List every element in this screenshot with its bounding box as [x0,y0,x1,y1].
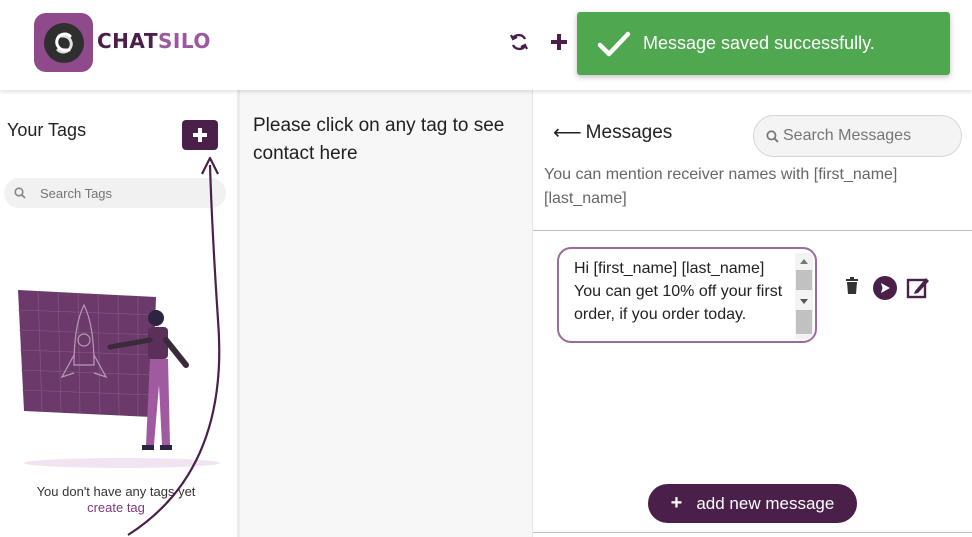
contacts-panel: Please click on any tag to see contact h… [240,90,532,537]
empty-tags-illustration [17,290,220,468]
search-tags-input[interactable] [40,185,210,201]
add-new-message-button[interactable]: + add new message [648,484,857,523]
empty-tags-message: You don't have any tags yet [36,484,196,499]
chatsilo-logo[interactable] [34,13,93,72]
search-messages-input[interactable] [783,127,953,145]
add-tag-button[interactable] [182,120,218,150]
plus-icon: + [670,492,683,514]
delete-message-icon[interactable] [844,276,860,296]
mention-hint: You can mention receiver names with [fir… [544,166,898,207]
brand-name-part1: CHAT [97,29,158,53]
check-icon [597,31,631,56]
search-icon [766,129,779,143]
search-messages-field[interactable] [753,115,962,157]
divider [533,230,972,231]
toast-message: Message saved successfully. [643,33,875,53]
plus-icon[interactable] [547,30,571,54]
messages-title: Messages [585,121,673,143]
create-tag-link[interactable]: create tag [0,500,232,515]
search-tags-field[interactable] [4,178,226,208]
success-toast[interactable]: Message saved successfully. [577,12,950,75]
message-text[interactable]: Hi [first_name] [last_name] You can get … [574,257,789,326]
divider [533,532,972,533]
logo-mark-icon [43,22,84,63]
search-icon [14,187,26,199]
message-textarea[interactable]: Hi [first_name] [last_name] You can get … [557,247,817,343]
edit-message-icon[interactable] [905,274,931,300]
tags-title: Your Tags [7,120,87,140]
brand-name-part2: SILO [157,29,211,53]
send-message-icon[interactable] [872,275,898,301]
message-scrollbar[interactable] [795,253,813,339]
add-new-message-label: add new message [696,493,835,513]
brand-name: CHATSILO [97,29,211,53]
tags-panel: Your Tags You [0,90,240,537]
messages-panel: ⟵ Messages You can mention receiver name… [532,90,972,537]
refresh-icon[interactable] [507,30,531,54]
plus-icon [193,128,207,142]
back-arrow-icon[interactable]: ⟵ [553,120,582,145]
contacts-instruction: Please click on any tag to see contact h… [253,115,505,164]
messages-header: ⟵ Messages [553,120,672,145]
